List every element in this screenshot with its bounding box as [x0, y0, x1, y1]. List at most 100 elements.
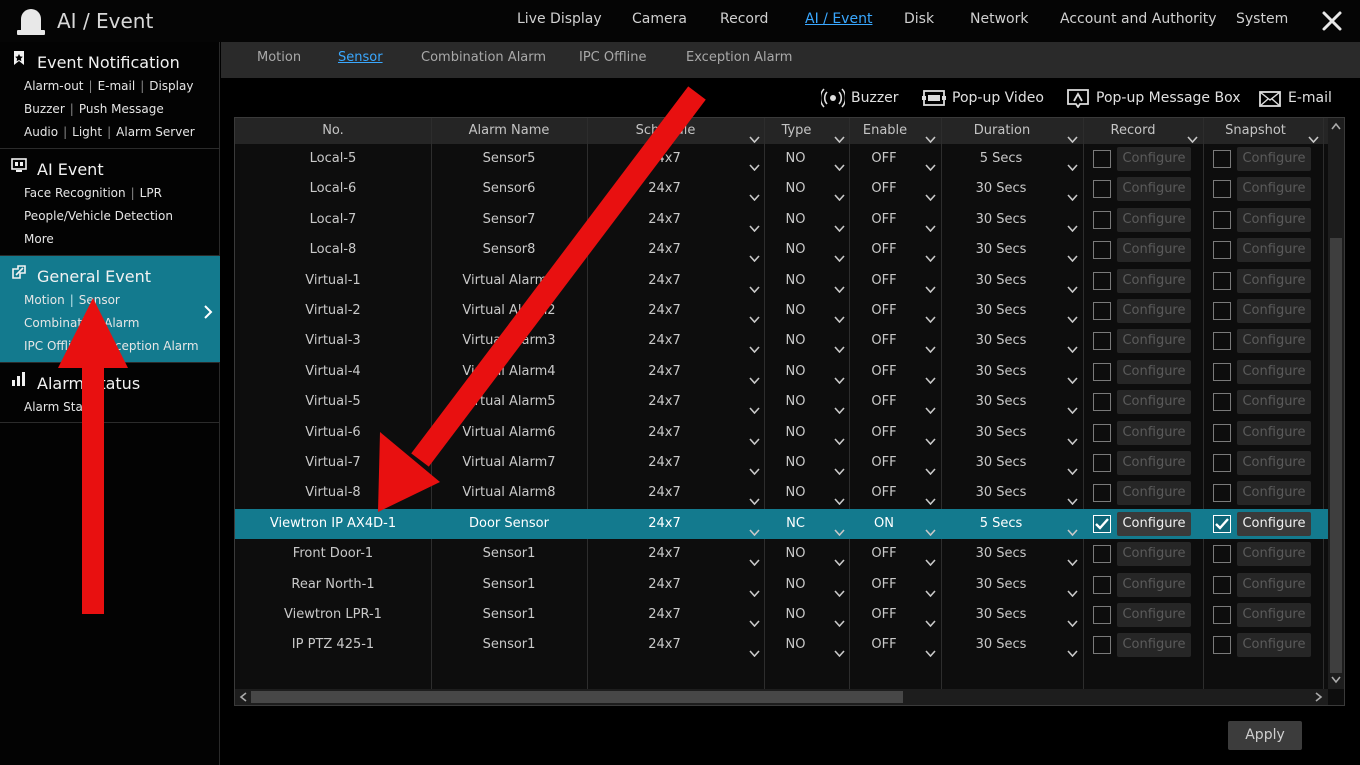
- subtab-combination-alarm[interactable]: Combination Alarm: [421, 50, 546, 65]
- record-configure-button[interactable]: Configure: [1117, 329, 1191, 354]
- record-configure-button[interactable]: Configure: [1117, 177, 1191, 202]
- schedule-select[interactable]: 24x7: [587, 600, 742, 630]
- vertical-scrollbar[interactable]: [1328, 118, 1344, 689]
- sidebar-link-audio[interactable]: Audio: [24, 125, 58, 139]
- chevron-down-icon[interactable]: [834, 460, 845, 476]
- snapshot-configure-button[interactable]: Configure: [1237, 511, 1311, 536]
- snapshot-configure-button[interactable]: Configure: [1237, 633, 1311, 658]
- chevron-down-icon[interactable]: [749, 217, 760, 232]
- snapshot-checkbox[interactable]: [1213, 545, 1231, 564]
- chevron-down-icon[interactable]: [749, 551, 760, 567]
- enable-select[interactable]: OFF: [849, 539, 919, 569]
- duration-select[interactable]: 30 Secs: [941, 174, 1061, 204]
- table-row[interactable]: Virtual-7 Virtual Alarm7 24x7 NO OFF 30 Secs C…: [235, 448, 1328, 478]
- type-select[interactable]: NO: [764, 387, 827, 417]
- chevron-down-icon[interactable]: [925, 156, 936, 172]
- schedule-select[interactable]: 24x7: [587, 448, 742, 478]
- chevron-down-icon[interactable]: [834, 369, 845, 384]
- type-select[interactable]: NO: [764, 174, 827, 204]
- schedule-select[interactable]: 24x7: [587, 174, 742, 204]
- schedule-select[interactable]: 24x7: [587, 357, 742, 387]
- type-select[interactable]: NO: [764, 296, 827, 326]
- enable-select[interactable]: OFF: [849, 570, 919, 600]
- email-icon[interactable]: [1258, 88, 1282, 108]
- enable-select[interactable]: OFF: [849, 326, 919, 356]
- topnav-disk[interactable]: Disk: [904, 11, 934, 27]
- table-row[interactable]: Viewtron IP AX4D-1 Door Sensor 24x7 NC ON 5 S…: [235, 508, 1328, 539]
- record-configure-button[interactable]: Configure: [1117, 542, 1191, 567]
- record-configure-button[interactable]: Configure: [1117, 359, 1191, 384]
- chevron-down-icon[interactable]: [834, 521, 845, 536]
- chevron-down-icon[interactable]: [1308, 128, 1319, 144]
- chevron-down-icon[interactable]: [749, 338, 760, 354]
- duration-select[interactable]: 30 Secs: [941, 357, 1061, 387]
- record-checkbox[interactable]: [1093, 150, 1111, 168]
- enable-select[interactable]: ON: [849, 509, 919, 539]
- action-e-mail[interactable]: E-mail: [1288, 90, 1332, 106]
- popup-video-icon[interactable]: [922, 88, 946, 108]
- schedule-select[interactable]: 24x7: [587, 266, 742, 296]
- table-row[interactable]: Virtual-8 Virtual Alarm8 24x7 NO OFF 30 Secs C…: [235, 478, 1328, 508]
- duration-select[interactable]: 30 Secs: [941, 326, 1061, 356]
- duration-select[interactable]: 5 Secs: [941, 509, 1061, 539]
- chevron-down-icon[interactable]: [1067, 430, 1078, 445]
- schedule-select[interactable]: 24x7: [587, 418, 742, 448]
- record-checkbox[interactable]: [1093, 514, 1111, 533]
- horizontal-scroll-thumb[interactable]: [251, 691, 903, 703]
- sidebar-link-people-vehicle-detection[interactable]: People/Vehicle Detection: [24, 209, 173, 223]
- chevron-down-icon[interactable]: [834, 399, 845, 415]
- snapshot-configure-button[interactable]: Configure: [1237, 390, 1311, 415]
- sidebar-group-general-event[interactable]: General Event Motion | Sensor Combination Al…: [0, 256, 220, 363]
- chevron-down-icon[interactable]: [1067, 369, 1078, 384]
- type-select[interactable]: NO: [764, 235, 827, 265]
- sidebar-group-alarm-status[interactable]: Alarm Status Alarm Status: [0, 363, 220, 423]
- record-checkbox[interactable]: [1093, 454, 1111, 472]
- snapshot-checkbox[interactable]: [1213, 484, 1231, 503]
- sidebar-link-display[interactable]: Display: [149, 79, 193, 93]
- apply-button[interactable]: Apply: [1228, 721, 1302, 750]
- sidebar-link-lpr[interactable]: LPR: [140, 186, 162, 200]
- snapshot-checkbox[interactable]: [1213, 241, 1231, 260]
- topnav-camera[interactable]: Camera: [632, 11, 687, 27]
- chevron-down-icon[interactable]: [749, 460, 760, 476]
- snapshot-checkbox[interactable]: [1213, 271, 1231, 290]
- chevron-down-icon[interactable]: [834, 338, 845, 354]
- chevron-down-icon[interactable]: [834, 490, 845, 506]
- table-row[interactable]: Local-5 Sensor5 24x7 NO OFF 5 Secs Configure Co…: [235, 144, 1328, 174]
- chevron-down-icon[interactable]: [925, 308, 936, 324]
- record-configure-button[interactable]: Configure: [1117, 481, 1191, 506]
- schedule-select[interactable]: 24x7: [587, 326, 742, 356]
- chevron-down-icon[interactable]: [749, 642, 760, 658]
- record-configure-button[interactable]: Configure: [1117, 511, 1191, 536]
- sidebar-link-face-recognition[interactable]: Face Recognition: [24, 186, 126, 200]
- chevron-down-icon[interactable]: [749, 308, 760, 324]
- table-row[interactable]: Rear North-1 Sensor1 24x7 NO OFF 30 Secs Confi…: [235, 570, 1328, 600]
- duration-select[interactable]: 30 Secs: [941, 296, 1061, 326]
- sidebar-heading[interactable]: AI Event: [37, 160, 104, 179]
- sidebar-link-light[interactable]: Light: [72, 125, 102, 139]
- snapshot-checkbox[interactable]: [1213, 393, 1231, 412]
- record-configure-button[interactable]: Configure: [1117, 572, 1191, 597]
- table-row[interactable]: Local-7 Sensor7 24x7 NO OFF 30 Secs Configure C…: [235, 205, 1328, 235]
- snapshot-checkbox[interactable]: [1213, 606, 1231, 624]
- enable-select[interactable]: OFF: [849, 144, 919, 174]
- chevron-down-icon[interactable]: [749, 128, 760, 144]
- chevron-down-icon[interactable]: [749, 369, 760, 384]
- enable-select[interactable]: OFF: [849, 174, 919, 204]
- chevron-down-icon[interactable]: [834, 612, 845, 628]
- snapshot-configure-button[interactable]: Configure: [1237, 238, 1311, 263]
- schedule-select[interactable]: 24x7: [587, 539, 742, 569]
- table-row[interactable]: Virtual-4 Virtual Alarm4 24x7 NO OFF 30 Secs C…: [235, 357, 1328, 387]
- record-checkbox[interactable]: [1093, 545, 1111, 564]
- chevron-down-icon[interactable]: [925, 186, 936, 202]
- chevron-down-icon[interactable]: [925, 430, 936, 445]
- enable-select[interactable]: OFF: [849, 205, 919, 235]
- duration-select[interactable]: 30 Secs: [941, 448, 1061, 478]
- record-configure-button[interactable]: Configure: [1117, 147, 1191, 171]
- sidebar-link-alarm-server[interactable]: Alarm Server: [116, 125, 194, 139]
- schedule-select[interactable]: 24x7: [587, 478, 742, 508]
- record-checkbox[interactable]: [1093, 302, 1111, 320]
- scroll-left-icon[interactable]: [239, 692, 247, 702]
- record-checkbox[interactable]: [1093, 271, 1111, 290]
- snapshot-configure-button[interactable]: Configure: [1237, 359, 1311, 384]
